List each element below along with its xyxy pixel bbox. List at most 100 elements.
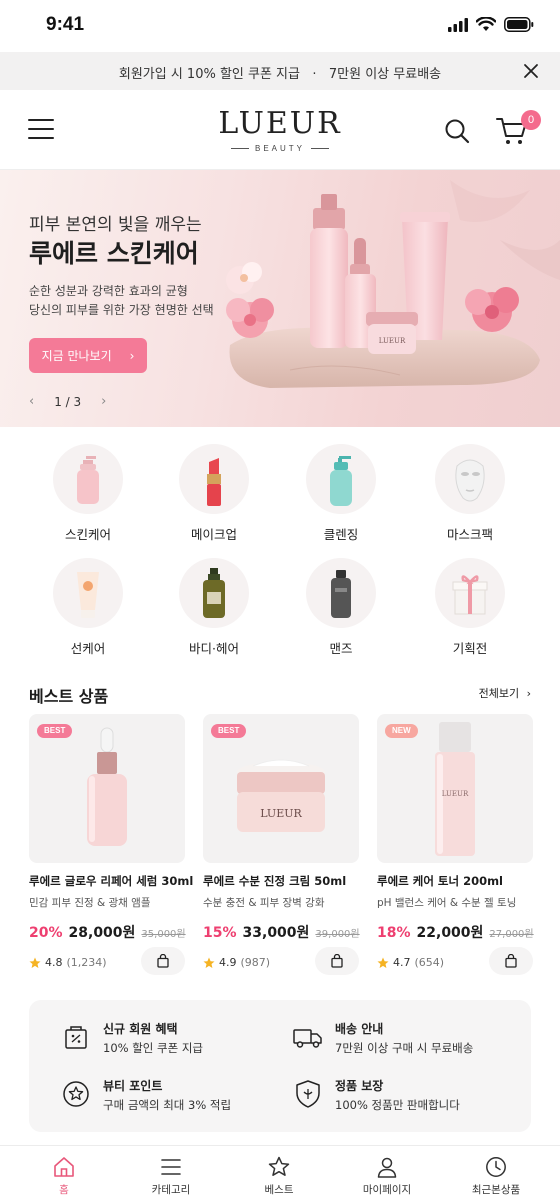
rating-value: 4.7	[393, 956, 411, 969]
category-cleansing[interactable]: 클렌징	[286, 444, 396, 543]
tab-label: 마이페이지	[362, 1184, 412, 1196]
search-icon[interactable]	[444, 118, 470, 144]
benefit-shipping: 배송 안내 7만원 이상 구매 시 무료배송	[293, 1020, 523, 1060]
product-card[interactable]: BEST 루에르 글로우 리페어 세럼 30ml 민감 피부 진정 & 광채 앰…	[29, 714, 193, 975]
star-icon	[268, 1156, 290, 1176]
original-price: 27,000원	[489, 929, 534, 940]
view-all-label: 전체보기	[478, 687, 520, 700]
product-name[interactable]: 루에르 케어 토너 200ml	[377, 873, 533, 889]
original-price: 39,000원	[315, 929, 360, 940]
benefit-title: 신규 회원 혜택	[103, 1022, 178, 1036]
category-skincare[interactable]: 스킨케어	[33, 444, 143, 543]
best-section-header: 베스트 상품 전체보기 ›	[29, 683, 531, 707]
tab-recent[interactable]: 최근본상품	[440, 1156, 552, 1197]
add-to-cart-button[interactable]	[141, 947, 185, 975]
bottle-label: LUEUR	[442, 790, 469, 798]
product-price-row: 20% 28,000원 35,000원	[29, 922, 186, 942]
hero-cta-button[interactable]: 지금 만나보기 ›	[29, 338, 147, 373]
tab-category[interactable]: 카테고리	[115, 1156, 227, 1197]
bottom-tab-bar: 홈 카테고리 베스트 마이페이지 최근본상품	[0, 1145, 560, 1200]
category-body-hair[interactable]: 바디·헤어	[159, 558, 269, 657]
status-bar: 9:41	[0, 0, 560, 52]
hero-banner[interactable]: LUEUR 피부 본연의 빛을 깨우는 루에르 스킨케어 순한 성분과 강력한 …	[0, 170, 560, 427]
face-mask-icon	[455, 459, 485, 502]
add-to-cart-button[interactable]	[315, 947, 359, 975]
product-tag: BEST	[211, 724, 247, 738]
category-label: 바디·헤어	[189, 641, 239, 656]
sale-price: 28,000원	[68, 925, 136, 941]
shopping-bag-icon	[331, 954, 343, 968]
best-section-title: 베스트 상품	[29, 687, 109, 706]
app-header: LUEUR BEAUTY 0	[0, 90, 560, 170]
signal-icon	[448, 17, 468, 32]
hero-description: 순한 성분과 강력한 효과의 균형 당신의 피부를 위한 가장 현명한 선택	[29, 282, 214, 320]
clock-icon	[486, 1157, 506, 1177]
category-label: 마스크팩	[446, 527, 493, 542]
product-name[interactable]: 루에르 수분 진정 크림 50ml	[203, 873, 359, 889]
shopping-bag-icon	[505, 954, 517, 968]
truck-icon	[293, 1029, 322, 1048]
category-label: 선케어	[70, 641, 106, 656]
cart-count-badge: 0	[521, 110, 541, 130]
product-image[interactable]: LUEUR BEST	[203, 714, 359, 863]
coupon-bag-icon	[65, 1026, 87, 1049]
status-time: 9:41	[46, 14, 85, 35]
product-name[interactable]: 루에르 글로우 리페어 세럼 30ml	[29, 873, 193, 889]
star-icon	[377, 957, 389, 968]
benefit-new-member: 신규 회원 혜택 10% 할인 쿠폰 지급	[61, 1020, 291, 1060]
category-label: 메이크업	[190, 527, 237, 542]
view-all-link[interactable]: 전체보기 ›	[479, 685, 531, 701]
category-label: 기획전	[452, 641, 488, 656]
brand-logo[interactable]: LUEUR BEAUTY	[0, 108, 560, 154]
review-count: (1,234)	[66, 956, 107, 969]
category-icon-bg	[53, 558, 123, 628]
category-makeup[interactable]: 메이크업	[159, 444, 269, 543]
benefit-authentic: 정품 보장 100% 정품만 판매합니다	[293, 1077, 523, 1117]
prev-slide-icon[interactable]: ‹	[29, 394, 34, 409]
gift-box-icon	[452, 575, 488, 615]
category-special[interactable]: 기획전	[415, 558, 525, 657]
category-icon-bg	[179, 444, 249, 514]
menu-icon	[161, 1159, 181, 1175]
promo-banner: 회원가입 시 10% 할인 쿠폰 지급 · 7만원 이상 무료배송	[0, 52, 560, 90]
next-slide-icon[interactable]: ›	[101, 394, 106, 409]
hero-title: 루에르 스킨케어	[29, 239, 199, 268]
tab-label: 카테고리	[151, 1184, 191, 1196]
product-image[interactable]: BEST	[29, 714, 185, 863]
category-icon-bg	[179, 558, 249, 628]
tab-label: 베스트	[264, 1184, 294, 1196]
benefit-title: 배송 안내	[335, 1022, 384, 1036]
tab-mypage[interactable]: 마이페이지	[331, 1156, 443, 1197]
category-mens[interactable]: 맨즈	[286, 558, 396, 657]
tab-best[interactable]: 베스트	[223, 1156, 335, 1197]
chevron-right-icon: ›	[526, 687, 531, 700]
close-icon[interactable]	[522, 62, 540, 80]
product-subtitle: 민감 피부 진정 & 광채 앰플	[29, 897, 151, 909]
product-card[interactable]: LUEUR NEW 루에르 케어 토너 200ml pH 밸런스 케어 & 수분…	[377, 714, 534, 975]
star-icon	[29, 957, 41, 968]
shopping-bag-icon	[157, 954, 169, 968]
add-to-cart-button[interactable]	[489, 947, 533, 975]
benefit-title: 뷰티 포인트	[103, 1079, 163, 1093]
home-icon	[54, 1157, 74, 1177]
sale-price: 33,000원	[242, 925, 310, 941]
original-price: 35,000원	[141, 929, 186, 940]
star-icon	[203, 957, 215, 968]
hero-product-image: LUEUR	[226, 180, 560, 388]
category-suncare[interactable]: 선케어	[33, 558, 143, 657]
product-card[interactable]: LUEUR BEST 루에르 수분 진정 크림 50ml 수분 충전 & 피부 …	[203, 714, 360, 975]
product-price-row: 15% 33,000원 39,000원	[203, 922, 360, 942]
category-label: 맨즈	[329, 641, 353, 656]
tab-home[interactable]: 홈	[8, 1156, 120, 1197]
wifi-icon	[476, 17, 496, 31]
logo-subtitle-row: BEAUTY	[0, 144, 560, 153]
benefit-desc: 7만원 이상 구매 시 무료배송	[335, 1041, 474, 1055]
category-maskpack[interactable]: 마스크팩	[415, 444, 525, 543]
chevron-right-icon: ›	[129, 348, 135, 363]
jar-label: LUEUR	[260, 807, 302, 820]
product-price-row: 18% 22,000원 27,000원	[377, 922, 534, 942]
review-count: (654)	[414, 956, 445, 969]
rating-value: 4.9	[219, 956, 237, 969]
product-image[interactable]: LUEUR NEW	[377, 714, 533, 863]
slide-counter: 1 / 3	[54, 394, 82, 409]
